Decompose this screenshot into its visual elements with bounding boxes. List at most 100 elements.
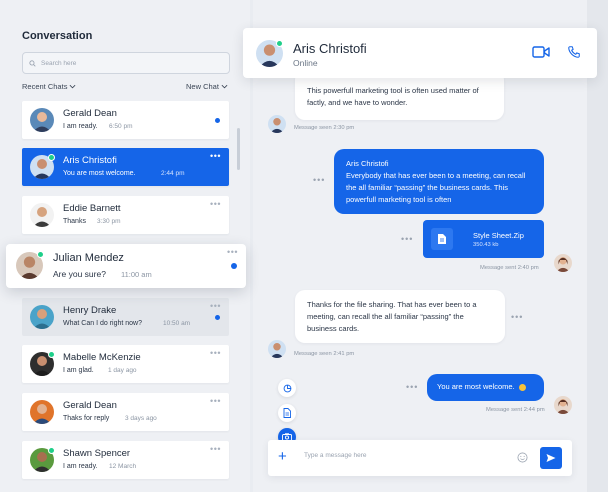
message-meta: Message seen 2:41 pm [294,351,355,357]
message-composer: + [268,440,572,476]
message-sender: Aris Christofi [346,159,389,168]
chat-name: Mabelle McKenzie [63,352,141,363]
chat-preview: Thaks for reply [63,415,110,422]
chat-time: 10:50 am [163,320,191,327]
more-options-icon[interactable]: ••• [210,348,221,358]
pie-chart-icon [283,384,291,392]
chat-preview: What Can I do right now? [63,320,142,327]
chat-time: 2:44 pm [161,170,185,177]
message-outgoing: Aris Christofi Everybody that has ever b… [334,149,544,214]
file-attachment[interactable]: Style Sheet.Zip 350.43 kb [423,220,544,258]
chat-item[interactable]: Eddie Barnett Thanks 3:30 pm ••• [22,196,229,234]
message-text: You are most welcome. [437,382,515,391]
chat-name: Julian Mendez [53,252,124,264]
more-options-icon[interactable]: ••• [227,247,238,257]
phone-icon[interactable] [567,45,581,59]
chat-item-active[interactable]: Aris Christofi You are most welcome. 2:4… [22,148,229,186]
message-incoming: Thanks for the file sharing. That has ev… [295,290,505,343]
message-meta: Message seen 2:30 pm [294,125,355,131]
more-options-icon[interactable]: ••• [313,175,325,185]
message-text: Everybody that has ever been to a meetin… [346,171,526,204]
message-meta: Message sent 2:44 pm [486,407,545,413]
sidebar-scrollbar[interactable] [237,128,240,170]
file-icon [431,228,453,250]
file-size: 350.43 kb [473,242,499,248]
search-icon [29,59,36,67]
avatar [30,108,54,132]
file-name: Style Sheet.Zip [473,231,524,240]
chat-name: Gerald Dean [63,400,117,411]
chat-item[interactable]: Gerald Dean I am ready. 6:50 pm [22,101,229,139]
chat-name: Henry Drake [63,305,117,316]
chat-preview: Thanks [63,218,86,225]
chat-item[interactable]: Gerald Dean Thaks for reply 3 days ago •… [22,393,229,431]
search-box[interactable] [22,52,230,74]
chat-preview: You are most welcome. [63,170,136,177]
more-options-icon[interactable]: ••• [511,312,523,322]
avatar [30,400,54,424]
emoji-icon [518,383,526,391]
chat-name: Aris Christofi [63,155,117,166]
chevron-down-icon [70,84,76,89]
online-indicator [276,40,283,47]
chat-preview: I am glad. [63,367,94,374]
message-text: Thanks for the file sharing. That has ev… [307,300,477,333]
recent-chats-filter[interactable]: Recent Chats [22,82,76,91]
avatar [268,115,286,133]
send-button[interactable] [540,447,562,469]
online-indicator [48,154,55,161]
avatar [554,254,572,272]
more-options-icon[interactable]: ••• [210,199,221,209]
avatar [30,203,54,227]
unread-indicator [215,118,220,123]
send-icon [546,454,556,462]
new-chat-label: New Chat [186,82,219,91]
chat-item-highlighted[interactable]: Julian Mendez Are you sure? 11:00 am ••• [6,244,246,288]
more-options-icon[interactable]: ••• [210,151,221,161]
attach-chart-button[interactable] [278,379,296,397]
more-options-icon[interactable]: ••• [210,301,221,311]
plus-icon[interactable]: + [278,449,287,465]
contact-status: Online [293,58,318,68]
video-call-icon[interactable] [532,45,550,59]
chat-item[interactable]: Henry Drake What Can I do right now? 10:… [22,298,229,336]
chat-name: Gerald Dean [63,108,117,119]
more-options-icon[interactable]: ••• [406,382,418,392]
chat-item[interactable]: Mabelle McKenzie I am glad. 1 day ago ••… [22,345,229,383]
chat-time: 12 March [109,463,137,470]
avatar [268,340,286,358]
chat-preview: Are you sure? [53,269,106,279]
avatar [30,305,54,329]
emoji-icon[interactable] [517,452,528,463]
sidebar-title: Conversation [22,30,93,42]
more-options-icon[interactable]: ••• [401,234,413,244]
chat-time: 11:00 am [121,270,152,279]
chat-name: Shawn Spencer [63,448,131,459]
message-outgoing: You are most welcome. [427,374,544,401]
message-text: This powerfull marketing tool is often u… [307,86,479,107]
chat-time: 6:50 pm [109,123,133,130]
recent-chats-label: Recent Chats [22,82,68,91]
unread-indicator [215,315,220,320]
more-options-icon[interactable]: ••• [210,444,221,454]
message-meta: Message sent 2:40 pm [480,265,539,271]
chat-time: 1 day ago [108,367,137,374]
chat-time: 3 days ago [125,415,157,422]
message-input[interactable] [304,452,504,459]
chat-time: 3:30 pm [97,218,121,225]
contact-name: Aris Christofi [293,41,367,56]
online-indicator [48,351,55,358]
chat-preview: I am ready. [63,463,98,470]
new-chat-button[interactable]: New Chat [186,82,228,91]
chat-preview: I am ready. [63,123,98,130]
online-indicator [37,251,44,258]
attach-document-button[interactable] [278,404,296,422]
more-options-icon[interactable]: ••• [210,396,221,406]
avatar [554,396,572,414]
chevron-down-icon [221,84,228,89]
online-indicator [48,447,55,454]
search-input[interactable] [41,59,221,67]
chat-header: Aris Christofi Online [243,28,597,78]
unread-indicator [231,263,237,269]
chat-item[interactable]: Shawn Spencer I am ready. 12 March ••• [22,441,229,479]
